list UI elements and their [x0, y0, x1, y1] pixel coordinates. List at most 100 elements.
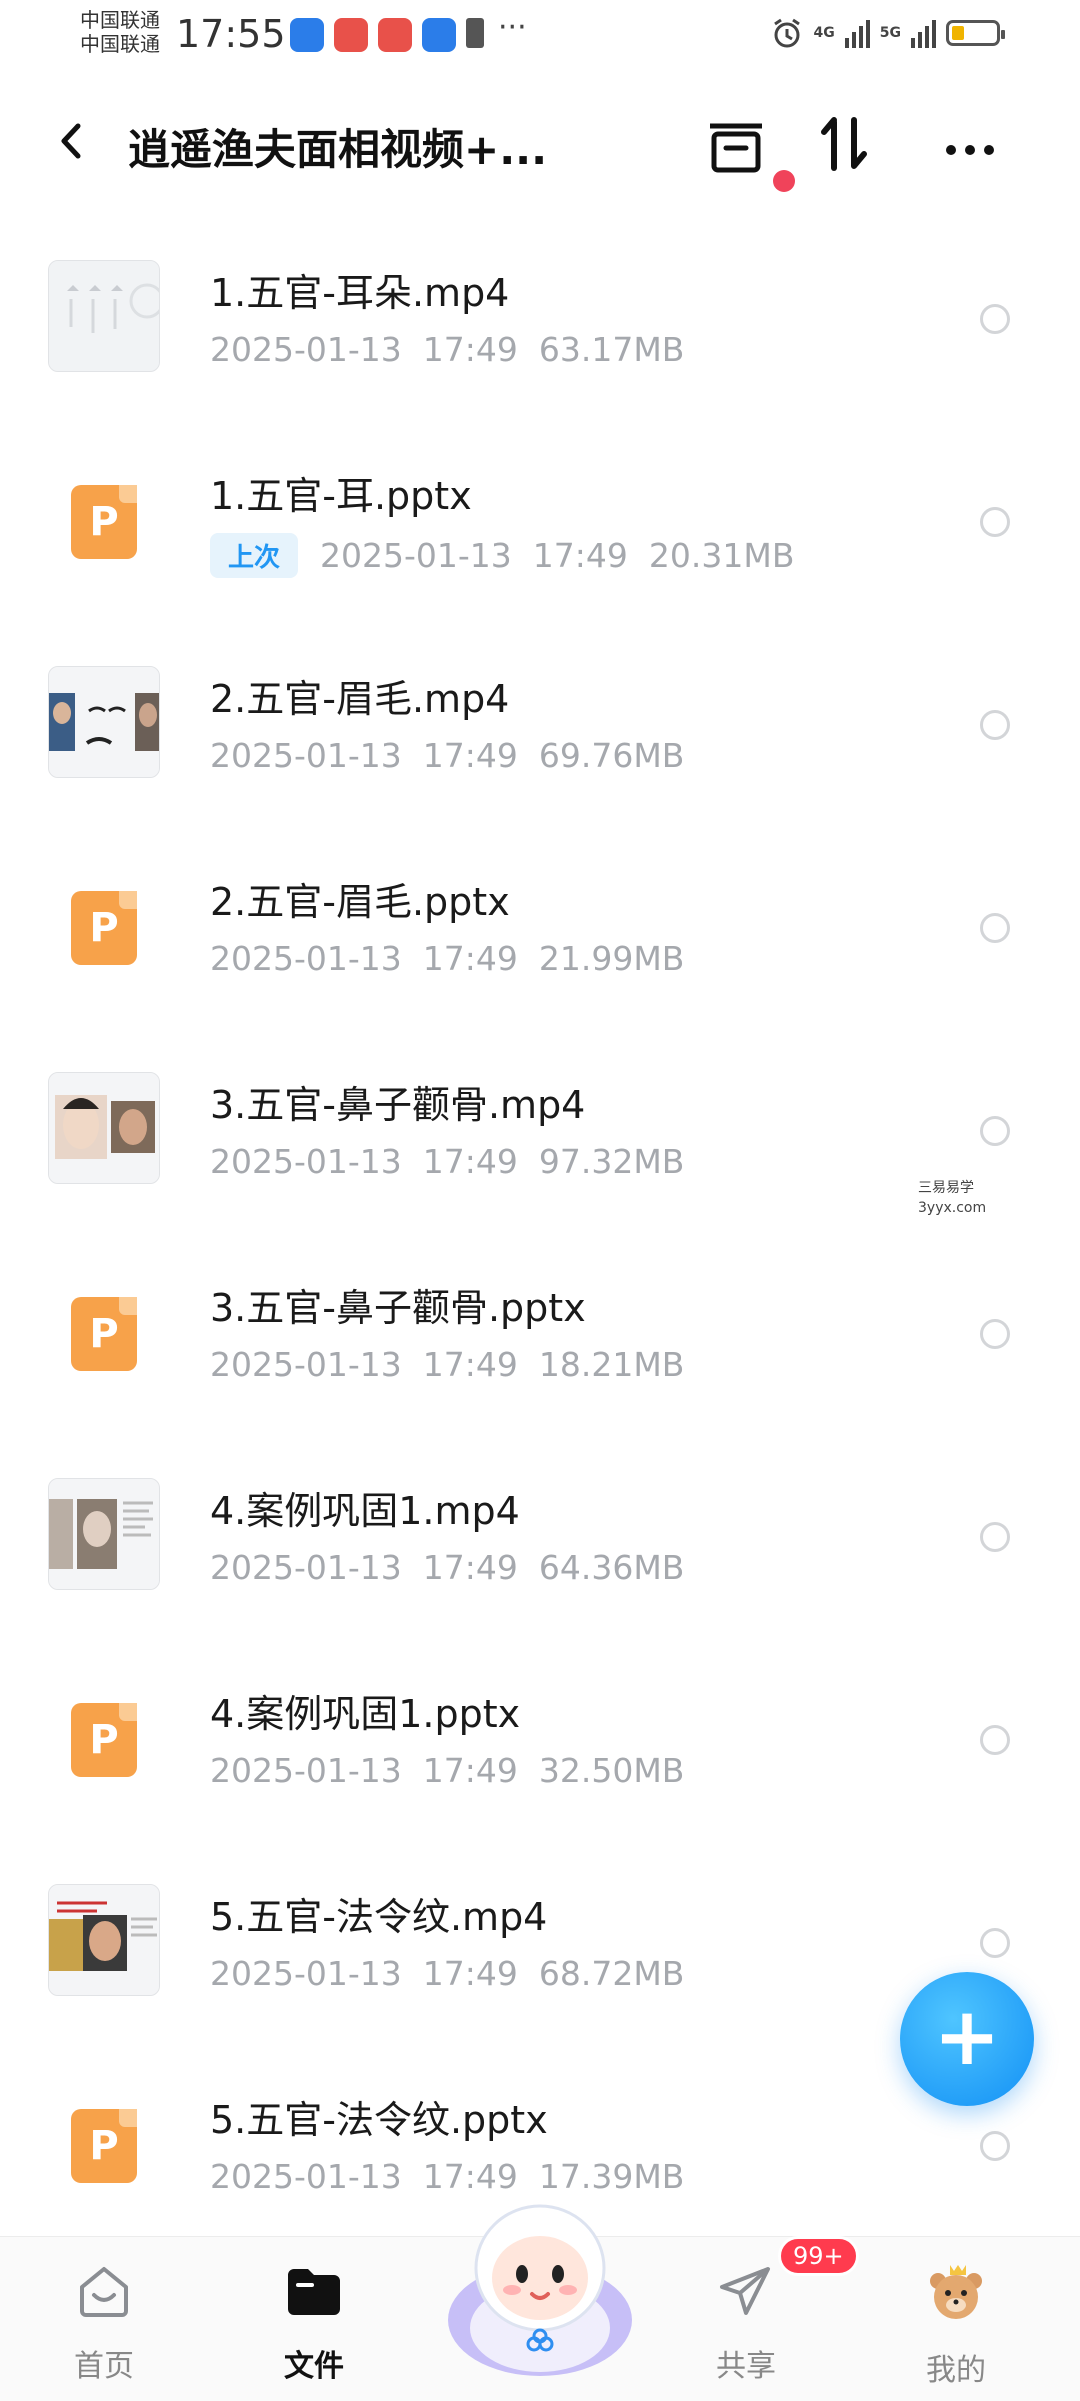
video-thumbnail [48, 1884, 160, 1996]
select-radio[interactable] [980, 710, 1010, 740]
select-radio[interactable] [980, 2131, 1010, 2161]
file-size: 63.17MB [538, 330, 685, 369]
carrier-labels: 中国联通 中国联通 [80, 8, 160, 56]
select-radio[interactable] [980, 1522, 1010, 1552]
notification-dot [773, 170, 795, 192]
back-button[interactable] [48, 116, 98, 166]
battery-icon [946, 20, 1005, 46]
assistant-mascot-button[interactable] [432, 2170, 648, 2386]
list-item[interactable]: 1.五官-耳朵.mp4 2025-01-13 17:49 63.17MB [0, 196, 1080, 399]
select-radio[interactable] [980, 1116, 1010, 1146]
list-item[interactable]: 2.五官-眉毛.mp4 2025-01-13 17:49 69.76MB [0, 602, 1080, 805]
file-date: 2025-01-13 [210, 1142, 402, 1181]
file-name: 3.五官-鼻子颧骨.mp4 [210, 1083, 586, 1127]
header: 逍遥渔夫面相视频+... [0, 88, 1080, 198]
pptx-file-icon: P [71, 1297, 137, 1371]
file-meta: 2025-01-13 17:49 97.32MB [210, 1142, 684, 1181]
file-date: 2025-01-13 [210, 1954, 402, 1993]
list-item[interactable]: P 4.案例巩固1.pptx 2025-01-13 17:49 32.50MB [0, 1617, 1080, 1820]
last-opened-tag: 上次 [210, 533, 299, 578]
chevron-left-icon [61, 123, 81, 159]
list-item[interactable]: P 2.五官-眉毛.pptx 2025-01-13 17:49 21.99MB [0, 805, 1080, 1008]
file-date: 2025-01-13 [210, 1345, 402, 1384]
video-thumbnail [48, 666, 160, 778]
video-thumbnail [48, 260, 160, 372]
bear-avatar-icon [930, 2265, 982, 2319]
select-radio[interactable] [980, 507, 1010, 537]
archive-button[interactable] [700, 108, 770, 178]
folder-icon [288, 2269, 340, 2315]
video-thumbnail [48, 1072, 160, 1184]
more-button[interactable] [935, 108, 1005, 178]
file-size: 32.50MB [538, 1751, 685, 1790]
nav-label-mine: 我的 [926, 2353, 986, 2388]
add-button[interactable]: + [900, 1972, 1034, 2106]
status-indicators: 4G 5G [770, 16, 1005, 50]
file-name: 2.五官-眉毛.mp4 [210, 677, 510, 721]
file-meta: 2025-01-13 17:49 64.36MB [210, 1548, 684, 1587]
video-thumbnail [48, 1478, 160, 1590]
carrier-2: 中国联通 [80, 32, 160, 56]
sort-icon [821, 117, 867, 171]
select-radio[interactable] [980, 1319, 1010, 1349]
select-radio[interactable] [980, 1928, 1010, 1958]
file-size: 20.31MB [648, 536, 795, 575]
watermark-line-1: 三易易学 [918, 1180, 974, 1196]
file-meta: 2025-01-13 17:49 63.17MB [210, 330, 684, 369]
file-date: 2025-01-13 [320, 536, 512, 575]
file-time: 17:49 [422, 1751, 518, 1790]
notification-app-icon [334, 18, 368, 52]
more-notifications-icon: ··· [498, 10, 527, 45]
select-radio[interactable] [980, 304, 1010, 334]
file-time: 17:49 [422, 1548, 518, 1587]
share-count-badge: 99+ [778, 2236, 859, 2276]
watermark-line-2: 3yyx.com [918, 1200, 987, 1216]
file-date: 2025-01-13 [210, 330, 402, 369]
file-name: 5.五官-法令纹.pptx [210, 2098, 548, 2142]
file-name: 1.五官-耳朵.mp4 [210, 271, 510, 315]
list-item[interactable]: 4.案例巩固1.mp4 2025-01-13 17:49 64.36MB [0, 1414, 1080, 1617]
file-date: 2025-01-13 [210, 1548, 402, 1587]
select-radio[interactable] [980, 913, 1010, 943]
nav-item-mine[interactable]: 我的 [896, 2259, 1016, 2389]
nav-item-share[interactable]: 共享 [686, 2259, 806, 2385]
file-meta: 2025-01-13 17:49 68.72MB [210, 1954, 684, 1993]
plus-icon: + [933, 1990, 1001, 2083]
file-name: 2.五官-眉毛.pptx [210, 880, 510, 924]
home-icon [80, 2267, 128, 2317]
file-date: 2025-01-13 [210, 1751, 402, 1790]
sort-button[interactable] [810, 108, 880, 178]
file-date: 2025-01-13 [210, 736, 402, 775]
file-meta: 2025-01-13 17:49 69.76MB [210, 736, 684, 775]
file-time: 17:49 [422, 330, 518, 369]
page-title: 逍遥渔夫面相视频+... [128, 125, 548, 174]
signal-icon [844, 18, 870, 48]
file-time: 17:49 [422, 1345, 518, 1384]
file-meta: 2025-01-13 17:49 18.21MB [210, 1345, 684, 1384]
file-time: 17:49 [422, 736, 518, 775]
list-item[interactable]: P 3.五官-鼻子颧骨.pptx 2025-01-13 17:49 18.21M… [0, 1211, 1080, 1414]
nav-item-home[interactable]: 首页 [44, 2259, 164, 2385]
file-size: 21.99MB [538, 939, 685, 978]
file-meta: 2025-01-13 17:49 32.50MB [210, 1751, 684, 1790]
pptx-file-icon: P [71, 485, 137, 559]
pptx-file-icon: P [71, 891, 137, 965]
archive-icon [710, 123, 762, 173]
notification-app-icon [378, 18, 412, 52]
select-radio[interactable] [980, 1725, 1010, 1755]
more-icon [946, 145, 994, 155]
file-name: 5.五官-法令纹.mp4 [210, 1895, 548, 1939]
warning-icon [466, 18, 484, 48]
file-time: 17:49 [422, 1954, 518, 1993]
file-name: 1.五官-耳.pptx [210, 474, 472, 518]
status-bar: 中国联通 中国联通 17:55 ··· 4G 5G [0, 0, 1080, 70]
file-size: 97.32MB [538, 1142, 685, 1181]
pptx-file-icon: P [71, 1703, 137, 1777]
file-size: 69.76MB [538, 736, 685, 775]
nav-item-files[interactable]: 文件 [254, 2259, 374, 2385]
file-meta: 2025-01-13 17:49 21.99MB [210, 939, 684, 978]
nav-label-share: 共享 [716, 2349, 776, 2384]
list-item[interactable]: P 1.五官-耳.pptx 上次 2025-01-13 17:49 20.31M… [0, 399, 1080, 602]
watermark: 三易易学 3yyx.com [918, 1178, 986, 1218]
file-time: 17:49 [422, 939, 518, 978]
